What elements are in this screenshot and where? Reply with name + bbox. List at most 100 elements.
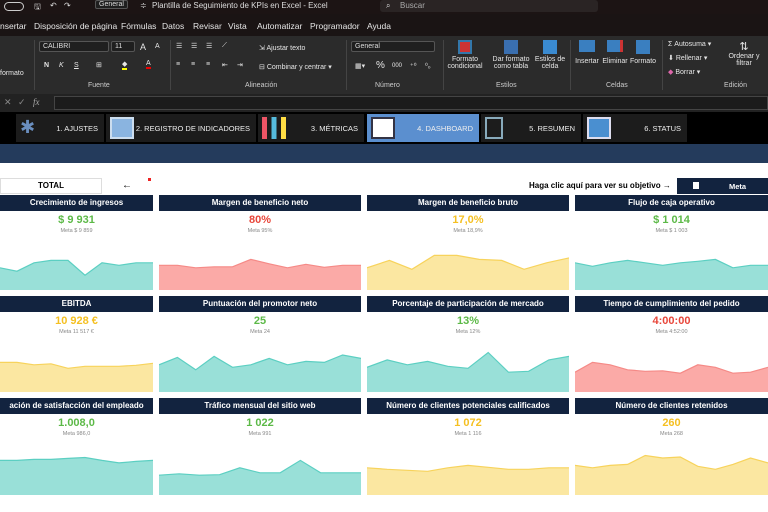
- indent-decrease-icon[interactable]: ⇤: [222, 61, 228, 69]
- sort-filter-button[interactable]: ⇅ Ordenar y filtrar: [726, 40, 762, 67]
- align-bottom-icon[interactable]: ☰: [206, 42, 212, 50]
- insert-cells-button[interactable]: Insertar: [573, 40, 601, 65]
- menu-formulas[interactable]: Fórmulas: [121, 21, 156, 31]
- kpi-title: Número de clientes potenciales calificad…: [367, 398, 569, 414]
- shrink-font-button[interactable]: A: [155, 43, 160, 50]
- align-top-icon[interactable]: ☰: [176, 42, 182, 50]
- kpi-card: Tiempo de cumplimiento del pedido 4:00:0…: [575, 296, 768, 392]
- customize-icon[interactable]: ≑: [140, 1, 147, 10]
- search-box[interactable]: ⌕ Buscar: [380, 0, 598, 12]
- grow-font-button[interactable]: A: [140, 42, 146, 52]
- dashboard-monitor-icon: [371, 117, 395, 139]
- increase-decimal-icon[interactable]: ⁺⁰: [410, 62, 417, 70]
- font-name-select[interactable]: CALIBRI: [39, 41, 109, 52]
- wrap-text-button[interactable]: ⇲ Ajustar texto: [259, 44, 305, 52]
- percent-button[interactable]: %: [376, 60, 385, 71]
- nav-tab-resumen[interactable]: 5. RESUMEN: [481, 114, 581, 142]
- font-color-icon[interactable]: A: [146, 60, 151, 69]
- underline-button[interactable]: S: [74, 62, 79, 69]
- undo-icon[interactable]: ↶: [50, 1, 57, 10]
- kpi-monitor-icon: [110, 117, 134, 139]
- sort-filter-icon: ⇅: [739, 41, 749, 53]
- search-icon: ⌕: [386, 1, 391, 10]
- menu-disposicion[interactable]: Disposición de página: [34, 21, 117, 31]
- insert-function-button[interactable]: fx: [33, 97, 40, 107]
- conditional-format-button[interactable]: Formato condicional: [444, 40, 486, 70]
- decrease-decimal-icon[interactable]: ⁰₀: [425, 62, 431, 70]
- quick-format-box[interactable]: General: [95, 0, 128, 9]
- fill-color-icon[interactable]: ◆: [122, 60, 128, 70]
- thousands-button[interactable]: 000: [392, 63, 402, 69]
- redo-icon[interactable]: ↷: [64, 1, 71, 10]
- back-arrow-button[interactable]: ←: [122, 180, 132, 191]
- group-alineacion: Alineación: [245, 82, 278, 89]
- kpi-meta: Meta 11 517 €: [59, 329, 94, 335]
- format-cells-button[interactable]: Formato: [629, 40, 657, 65]
- save-icon[interactable]: 🖫: [34, 1, 41, 15]
- merge-center-button[interactable]: ⊟ Combinar y centrar ▾: [259, 63, 332, 71]
- group-edicion: Edición: [724, 82, 747, 89]
- borders-icon[interactable]: ⊞: [96, 61, 102, 69]
- kpi-sparkline: [367, 351, 569, 392]
- autosave-toggle[interactable]: [4, 2, 24, 11]
- kpi-title: EBITDA: [0, 296, 153, 312]
- menu-bar: nsertar Disposición de página Fórmulas D…: [0, 14, 768, 36]
- currency-icon[interactable]: ▦▾: [355, 62, 365, 70]
- menu-automatizar[interactable]: Automatizar: [257, 21, 302, 31]
- kpi-title: Puntuación del promotor neto: [159, 296, 361, 312]
- clear-button[interactable]: ◆ Borrar ▾: [668, 68, 700, 76]
- nav-tab-ajustes[interactable]: ✱ 1. AJUSTES: [16, 114, 104, 142]
- orientation-icon[interactable]: ⟋: [222, 42, 227, 50]
- kpi-sparkline: [0, 456, 153, 495]
- label: Ordenar y: [728, 53, 760, 60]
- nav-tab-registro[interactable]: 2. REGISTRO DE INDICADORES: [106, 114, 256, 142]
- fill-button[interactable]: ⬇ Rellenar ▾: [668, 54, 707, 62]
- kpi-card: Puntuación del promotor neto 25 Meta 24: [159, 296, 361, 392]
- wrap-text-label: Ajustar texto: [266, 45, 306, 52]
- nav-tab-dashboard[interactable]: 4. DASHBOARD: [367, 114, 479, 142]
- font-size-select[interactable]: 11: [111, 41, 135, 52]
- search-input[interactable]: Buscar: [400, 1, 425, 10]
- menu-datos[interactable]: Datos: [162, 21, 184, 31]
- kpi-meta: Meta $ 9 859: [60, 228, 93, 234]
- bold-button[interactable]: N: [44, 62, 49, 69]
- align-middle-icon[interactable]: ☰: [191, 42, 197, 50]
- conditional-format-icon: [458, 40, 472, 54]
- menu-revisar[interactable]: Revisar: [193, 21, 222, 31]
- meta-checkbox[interactable]: [693, 182, 699, 189]
- header-band: [0, 144, 768, 163]
- align-left-icon[interactable]: ≡: [176, 61, 180, 68]
- indent-increase-icon[interactable]: ⇥: [237, 61, 243, 69]
- cancel-icon[interactable]: ✕: [4, 97, 12, 108]
- menu-programador[interactable]: Programador: [310, 21, 360, 31]
- label: Borrar: [675, 69, 695, 76]
- menu-ayuda[interactable]: Ayuda: [367, 21, 391, 31]
- format-painter-label[interactable]: formato: [0, 70, 24, 77]
- nav-tab-metricas[interactable]: 3. MÉTRICAS: [258, 114, 364, 142]
- cell-styles-button[interactable]: Estilos de celda: [534, 40, 566, 70]
- delete-cells-button[interactable]: Eliminar: [601, 40, 629, 65]
- nav-strip: ✱ 1. AJUSTES 2. REGISTRO DE INDICADORES 3…: [0, 112, 768, 144]
- formula-input[interactable]: [54, 96, 768, 110]
- kpi-value: 4:00:00: [652, 315, 691, 327]
- format-as-table-button[interactable]: Dar formato como tabla: [489, 40, 533, 70]
- total-selector[interactable]: TOTAL: [0, 178, 102, 194]
- label: Insertar: [575, 58, 599, 65]
- menu-insertar[interactable]: nsertar: [0, 21, 26, 31]
- kpi-card: Número de clientes potenciales calificad…: [367, 398, 569, 495]
- group-fuente: Fuente: [88, 82, 110, 89]
- italic-button[interactable]: K: [59, 62, 64, 69]
- sparkline-area: [0, 457, 153, 495]
- title-bar: 🖫 ↶ ↷ General ≑ Plantilla de Seguimiento…: [0, 0, 768, 14]
- number-format-select[interactable]: General: [351, 41, 435, 52]
- autosum-button[interactable]: Σ Autosuma ▾: [668, 40, 711, 48]
- label: Dar formato: [492, 56, 530, 63]
- align-center-icon[interactable]: ≡: [191, 61, 195, 68]
- enter-icon[interactable]: ✓: [18, 97, 26, 108]
- menu-vista[interactable]: Vista: [228, 21, 247, 31]
- kpi-value: 1 072: [454, 417, 482, 429]
- meta-toggle[interactable]: Meta: [677, 178, 768, 194]
- label: filtrar: [736, 60, 752, 67]
- nav-tab-status[interactable]: 6. STATUS: [583, 114, 687, 142]
- align-right-icon[interactable]: ≡: [206, 61, 210, 68]
